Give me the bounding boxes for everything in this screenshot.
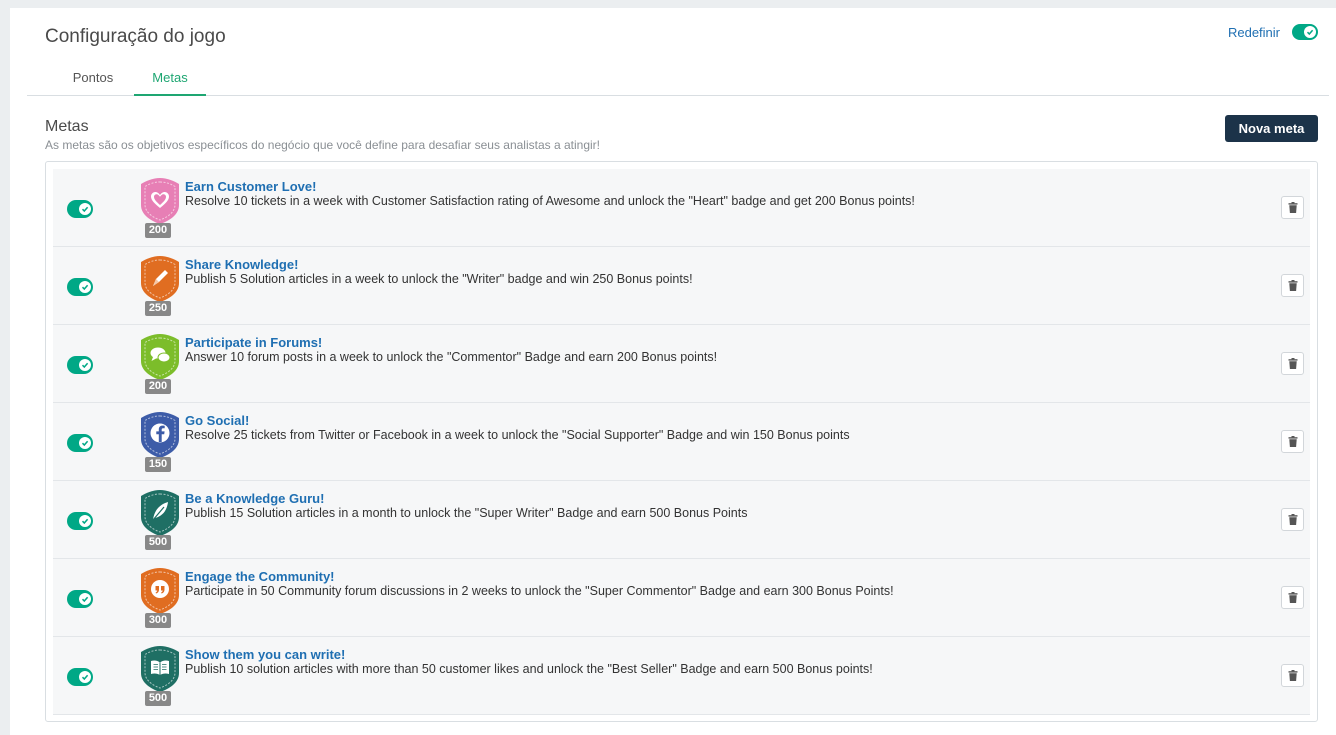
pen-badge-icon: [141, 256, 179, 302]
tab-bar: Pontos Metas: [27, 64, 1329, 96]
goal-enabled-toggle[interactable]: [67, 668, 93, 686]
delete-button[interactable]: [1281, 430, 1304, 453]
new-goal-button[interactable]: Nova meta: [1225, 115, 1318, 142]
heart-badge-icon: [141, 178, 179, 224]
book-badge-icon: [141, 646, 179, 692]
game-settings-panel: Configuração do jogo Redefinir Pontos Me…: [10, 8, 1336, 735]
check-icon: [81, 596, 89, 603]
goal-title[interactable]: Share Knowledge!: [185, 257, 298, 272]
goal-enabled-toggle[interactable]: [67, 590, 93, 608]
goal-enabled-toggle[interactable]: [67, 512, 93, 530]
goal-description: Resolve 25 tickets from Twitter or Faceb…: [185, 428, 850, 442]
check-icon: [81, 674, 89, 681]
goal-enabled-toggle[interactable]: [67, 356, 93, 374]
section-title: Metas: [45, 118, 89, 135]
tab-pontos[interactable]: Pontos: [59, 64, 127, 96]
goal-row: 500 Show them you can write! Publish 10 …: [53, 637, 1310, 715]
chat-badge-icon: [141, 334, 179, 380]
goal-points: 250: [145, 301, 171, 316]
goal-title[interactable]: Go Social!: [185, 413, 249, 428]
goal-row: 150 Go Social! Resolve 25 tickets from T…: [53, 403, 1310, 481]
goal-title[interactable]: Participate in Forums!: [185, 335, 322, 350]
goal-points: 300: [145, 613, 171, 628]
goal-row: 250 Share Knowledge! Publish 5 Solution …: [53, 247, 1310, 325]
delete-button[interactable]: [1281, 586, 1304, 609]
trash-icon: [1288, 592, 1297, 603]
goal-points: 200: [145, 379, 171, 394]
goal-enabled-toggle[interactable]: [67, 434, 93, 452]
page-title: Configuração do jogo: [45, 26, 226, 47]
trash-icon: [1288, 280, 1297, 291]
goal-description: Resolve 10 tickets in a week with Custom…: [185, 194, 915, 208]
goal-title[interactable]: Earn Customer Love!: [185, 179, 316, 194]
delete-button[interactable]: [1281, 196, 1304, 219]
check-icon: [1306, 29, 1314, 36]
goal-description: Participate in 50 Community forum discus…: [185, 584, 894, 598]
check-icon: [81, 284, 89, 291]
trash-icon: [1288, 670, 1297, 681]
check-icon: [81, 440, 89, 447]
trash-icon: [1288, 358, 1297, 369]
goal-title[interactable]: Be a Knowledge Guru!: [185, 491, 324, 506]
trash-icon: [1288, 202, 1297, 213]
goal-description: Publish 15 Solution articles in a month …: [185, 506, 748, 520]
delete-button[interactable]: [1281, 664, 1304, 687]
delete-button[interactable]: [1281, 274, 1304, 297]
facebook-badge-icon: [141, 412, 179, 458]
check-icon: [81, 518, 89, 525]
section-description: As metas são os objetivos específicos do…: [45, 138, 600, 152]
goal-row: 200 Participate in Forums! Answer 10 for…: [53, 325, 1310, 403]
goal-points: 150: [145, 457, 171, 472]
goal-points: 200: [145, 223, 171, 238]
check-icon: [81, 206, 89, 213]
trash-icon: [1288, 436, 1297, 447]
goal-points: 500: [145, 535, 171, 550]
tab-metas[interactable]: Metas: [134, 64, 206, 96]
goal-row: 500 Be a Knowledge Guru! Publish 15 Solu…: [53, 481, 1310, 559]
goals-list: 200 Earn Customer Love! Resolve 10 ticke…: [45, 161, 1318, 722]
trash-icon: [1288, 514, 1297, 525]
goal-title[interactable]: Engage the Community!: [185, 569, 335, 584]
reset-toggle[interactable]: [1292, 24, 1318, 40]
quote-badge-icon: [141, 568, 179, 614]
goal-description: Publish 5 Solution articles in a week to…: [185, 272, 693, 286]
goal-row: 200 Earn Customer Love! Resolve 10 ticke…: [53, 169, 1310, 247]
reset-area: Redefinir: [1228, 24, 1318, 40]
goal-enabled-toggle[interactable]: [67, 278, 93, 296]
delete-button[interactable]: [1281, 352, 1304, 375]
goal-points: 500: [145, 691, 171, 706]
goal-description: Answer 10 forum posts in a week to unloc…: [185, 350, 718, 364]
delete-button[interactable]: [1281, 508, 1304, 531]
goal-row: 300 Engage the Community! Participate in…: [53, 559, 1310, 637]
reset-link[interactable]: Redefinir: [1228, 25, 1280, 40]
goal-description: Publish 10 solution articles with more t…: [185, 662, 873, 676]
goal-title[interactable]: Show them you can write!: [185, 647, 345, 662]
goal-enabled-toggle[interactable]: [67, 200, 93, 218]
feather-badge-icon: [141, 490, 179, 536]
check-icon: [81, 362, 89, 369]
